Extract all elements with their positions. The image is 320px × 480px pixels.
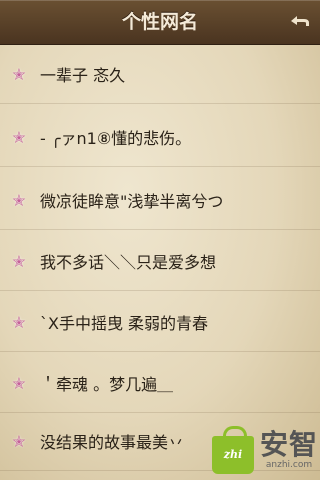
anzhi-watermark: zhi 安智 anzhi.com bbox=[204, 420, 320, 480]
list-item[interactable]: ✭ ＇牵魂 。梦几遍＿ bbox=[0, 354, 320, 413]
star-icon: ✭ bbox=[12, 431, 26, 451]
list-item[interactable]: ✭ `X手中摇曳 柔弱的青春 bbox=[0, 293, 320, 352]
list-item[interactable]: ✭ 微凉徒眸意"浅挚半离兮つ bbox=[0, 171, 320, 230]
title-bar: 个性网名 bbox=[0, 0, 320, 45]
nickname-list: ✭ 一辈子 忞久 ✭ - ╭ァn1⑧懂的悲伤。 ✭ 微凉徒眸意"浅挚半离兮つ ✭… bbox=[0, 45, 320, 480]
list-item[interactable]: ✭ 我不多话＼＼只是爱多想 bbox=[0, 232, 320, 291]
list-item[interactable]: ✭ - ╭ァn1⑧懂的悲伤。 bbox=[0, 108, 320, 167]
list-item-label: 微凉徒眸意"浅挚半离兮つ bbox=[40, 192, 224, 211]
list-item-label: 没结果的故事最美丷 bbox=[40, 433, 185, 452]
list-item-label: `X手中摇曳 柔弱的青春 bbox=[40, 314, 209, 333]
list-item-label: 一辈子 忞久 bbox=[40, 66, 126, 85]
watermark-url: anzhi.com bbox=[265, 460, 313, 470]
page-title: 个性网名 bbox=[121, 11, 198, 33]
back-arrow-icon[interactable] bbox=[288, 10, 312, 32]
list-item-label: 我不多话＼＼只是爱多想 bbox=[40, 253, 217, 272]
star-icon: ✭ bbox=[12, 127, 26, 147]
star-icon: ✭ bbox=[12, 251, 26, 271]
bag-text: zhi bbox=[223, 448, 243, 461]
back-arrow-svg bbox=[291, 16, 309, 26]
star-icon: ✭ bbox=[12, 312, 26, 332]
star-icon: ✭ bbox=[12, 190, 26, 210]
shopping-bag-icon: zhi bbox=[212, 426, 254, 474]
list-item[interactable]: ✭ 一辈子 忞久 bbox=[0, 45, 320, 104]
star-icon: ✭ bbox=[12, 64, 26, 84]
list-item-label: ＇牵魂 。梦几遍＿ bbox=[40, 375, 174, 394]
star-icon: ✭ bbox=[12, 373, 26, 393]
list-item-label: - ╭ァn1⑧懂的悲伤。 bbox=[40, 129, 192, 148]
watermark-text: 安智 anzhi.com bbox=[260, 428, 319, 471]
watermark-brand: 安智 bbox=[260, 428, 319, 461]
